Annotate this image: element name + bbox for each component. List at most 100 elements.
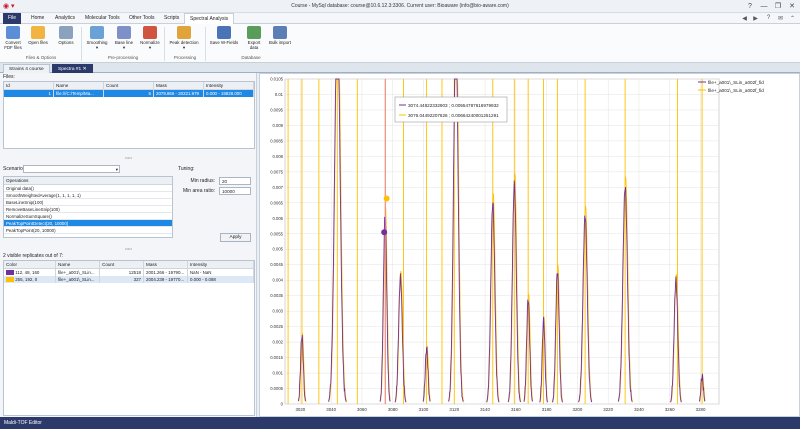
close-tab-icon[interactable]: ✕: [83, 67, 87, 72]
apply-button[interactable]: Apply: [220, 233, 251, 242]
list-item[interactable]: NormalizeSumSquare(): [4, 213, 172, 220]
export-data-button[interactable]: Export data: [244, 26, 264, 50]
maximize-button[interactable]: ❐: [772, 1, 784, 12]
x-tick-label: 3220: [603, 407, 613, 412]
x-tick-label: 3280: [696, 407, 706, 412]
table-row[interactable]: 112, 48, 160 file+_a001\_SLin... 12518 2…: [4, 269, 254, 276]
x-tick-label: 3180: [542, 407, 552, 412]
x-tick-label: 3140: [480, 407, 490, 412]
color-swatch: [6, 277, 14, 283]
col-mass[interactable]: Mass: [144, 261, 188, 268]
options-button[interactable]: Options: [54, 26, 78, 45]
left-pane: Files: Id Name Count Mass Intensity 1 fi…: [0, 73, 257, 417]
y-tick-label: 0.004: [273, 278, 284, 283]
title-bar: ◉ ▾ Course - MySql database: course@10.6…: [0, 0, 800, 13]
y-tick-label: 0.002: [273, 340, 284, 345]
y-tick-label: 0.001: [273, 371, 284, 376]
x-tick-label: 3040: [326, 407, 336, 412]
col-intensity[interactable]: Intensity: [188, 261, 254, 268]
x-tick-label: 3100: [419, 407, 429, 412]
smoothing-button[interactable]: Smoothing ▾: [84, 26, 110, 50]
col-name[interactable]: Name: [54, 82, 104, 89]
save-w-fields-button[interactable]: Save W-Fields: [208, 26, 240, 45]
splitter[interactable]: •••••: [0, 156, 257, 160]
y-tick-label: 0.0105: [270, 77, 283, 82]
x-tick-label: 3160: [511, 407, 521, 412]
help-circle-icon[interactable]: ?: [764, 15, 773, 23]
scenario-select[interactable]: ▾: [23, 165, 120, 173]
folder-icon: [31, 26, 45, 39]
group-label-processing: Processing: [173, 55, 197, 60]
forward-icon[interactable]: ▶: [751, 15, 760, 23]
col-count[interactable]: Count: [100, 261, 144, 268]
list-item-selected[interactable]: PeakTopPointDetect(20, 10000): [4, 220, 172, 227]
table-row[interactable]: 1 file:///C:/Temp/Ma... 6 2079.866 - 202…: [4, 90, 254, 97]
col-count[interactable]: Count: [104, 82, 154, 89]
normalize-button[interactable]: Normalize ▾: [138, 26, 162, 50]
doc-tab-strains[interactable]: Strains 4 course: [3, 64, 50, 73]
chevron-down-icon: ▾: [115, 167, 118, 172]
splitter[interactable]: •••••: [0, 247, 257, 251]
group-label-files-options: Files & Options: [25, 55, 57, 60]
group-separator: [81, 27, 82, 61]
convert-fdf-button[interactable]: Convert FDF files: [2, 26, 24, 50]
y-tick-label: 0.0025: [270, 324, 283, 329]
min-radius-input[interactable]: 20: [219, 177, 251, 185]
list-item[interactable]: Original data(): [4, 185, 172, 192]
replicates-label: 2 visible replicates out of 7:: [3, 253, 64, 259]
y-tick-label: 0.0045: [270, 262, 283, 267]
y-tick-label: 0.0005: [270, 386, 283, 391]
smoothing-icon: [90, 26, 104, 39]
tab-other-tools[interactable]: Other Tools: [124, 13, 159, 24]
files-grid-header: Id Name Count Mass Intensity: [4, 82, 254, 90]
marker-point: [381, 229, 388, 236]
base-line-button[interactable]: Base line ▾: [112, 26, 136, 50]
minimize-button[interactable]: —: [758, 1, 770, 12]
list-item[interactable]: SmoothWeightedAverage(1, 1, 1, 1, 1): [4, 192, 172, 199]
tab-file[interactable]: File: [3, 13, 22, 24]
files-label: Files:: [3, 74, 15, 80]
tab-spectral-analysis[interactable]: Spectral Analysis: [184, 13, 235, 24]
doc-tab-spectra[interactable]: Spectra #1 ✕: [52, 64, 93, 73]
replicates-grid: Color Name Count Mass Intensity 112, 48,…: [3, 260, 255, 416]
help-icon[interactable]: ?: [744, 1, 756, 12]
tab-home[interactable]: Home: [26, 13, 49, 24]
y-tick-label: 0.005: [273, 247, 284, 252]
table-row[interactable]: 255, 192, 0 file+_a001\_SLin... 327 2004…: [4, 276, 254, 283]
tab-molecular-tools[interactable]: Molecular Tools: [80, 13, 125, 24]
y-tick-label: 0.0065: [270, 200, 283, 205]
save-icon: [217, 26, 231, 39]
collapse-ribbon-icon[interactable]: ⌃: [788, 15, 797, 23]
open-files-button[interactable]: Open files: [26, 26, 50, 45]
files-grid: Id Name Count Mass Intensity 1 file:///C…: [3, 81, 255, 149]
col-name[interactable]: Name: [56, 261, 100, 268]
tab-analytics[interactable]: Analytics: [50, 13, 80, 24]
y-tick-label: 0.01: [275, 92, 284, 97]
list-item[interactable]: PeakTopPoint(20, 10000): [4, 227, 172, 234]
bulk-import-button[interactable]: Bulk import: [266, 26, 294, 45]
plot-area: [284, 78, 720, 405]
peak-detection-button[interactable]: Peak detection ▾: [166, 26, 202, 50]
x-tick-label: 3080: [388, 407, 398, 412]
col-id[interactable]: Id: [4, 82, 54, 89]
col-mass[interactable]: Mass: [154, 82, 204, 89]
col-color[interactable]: Color: [4, 261, 56, 268]
group-label-database: Database: [241, 55, 261, 60]
mail-icon[interactable]: ✉: [776, 15, 785, 23]
baseline-icon: [117, 26, 131, 39]
y-tick-label: 0.0015: [270, 355, 283, 360]
list-item[interactable]: RemoveBaseLineSnip(100): [4, 206, 172, 213]
back-icon[interactable]: ◀: [740, 15, 749, 23]
tab-scripts[interactable]: Scripts: [159, 13, 184, 24]
convert-icon: [6, 26, 20, 39]
x-tick-label: 3120: [449, 407, 459, 412]
marker-point: [383, 195, 390, 202]
export-icon: [247, 26, 261, 39]
spectrum-chart[interactable]: 0 0.0005 0.001 0.0015 0.002 0.0025 0.003 0.0035…: [260, 74, 799, 416]
list-item[interactable]: BaseLineSnip(100): [4, 199, 172, 206]
x-tick-label: 3200: [573, 407, 583, 412]
close-button[interactable]: ✕: [786, 1, 798, 12]
col-intensity[interactable]: Intensity: [204, 82, 254, 89]
min-area-ratio-input[interactable]: 10000: [219, 187, 251, 195]
status-bar: Maldi-TOF Editor: [0, 417, 800, 429]
